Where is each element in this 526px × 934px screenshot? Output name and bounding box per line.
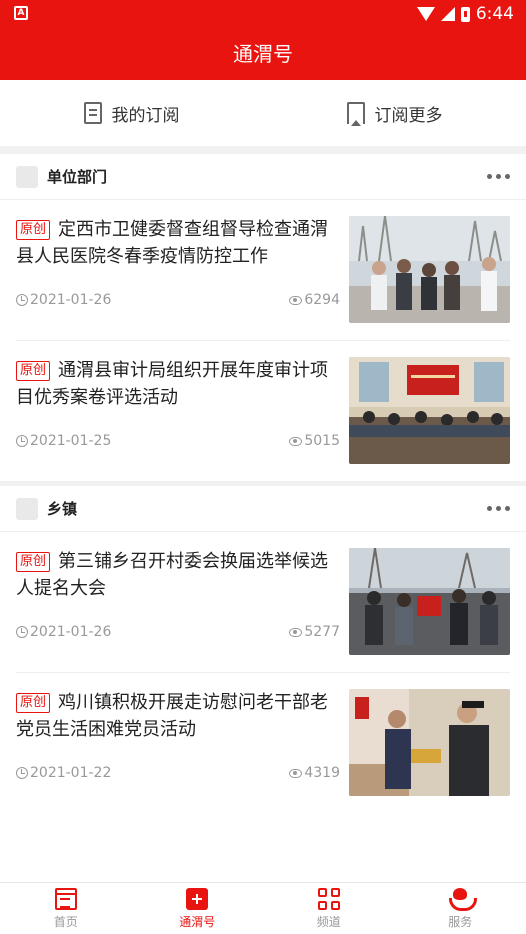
page-title: 通渭号 <box>0 28 526 80</box>
section-header[interactable]: 单位部门 <box>0 154 526 200</box>
clock-icon <box>16 294 28 306</box>
eye-icon <box>289 295 303 305</box>
clock-icon <box>16 626 28 638</box>
tab-services-label: 服务 <box>448 914 473 929</box>
article-views: 5277 <box>304 624 340 640</box>
divider <box>0 146 526 154</box>
eye-icon <box>289 436 303 446</box>
tab-home-label: 首页 <box>53 914 78 929</box>
article-meta: 2021-01-26 6294 <box>16 292 340 308</box>
clock-icon <box>16 767 28 779</box>
article-views: 5015 <box>304 433 340 449</box>
original-tag: 原创 <box>16 693 51 713</box>
my-subscriptions-label: 我的订阅 <box>111 105 180 126</box>
article-title: 原创 定西市卫健委督查组督导检查通渭县人民医院冬春季疫情防控工作 <box>16 216 340 270</box>
news-icon <box>54 887 77 910</box>
article-item[interactable]: 原创 鸡川镇积极开展走访慰问老干部老党员生活困难党员活动 2021-01-22 4… <box>16 673 510 814</box>
article-meta: 2021-01-22 4319 <box>16 765 340 781</box>
tab-services[interactable]: 服务 <box>395 883 526 934</box>
original-tag: 原创 <box>16 361 51 381</box>
article-item[interactable]: 原创 定西市卫健委督查组督导检查通渭县人民医院冬春季疫情防控工作 2021-01-… <box>16 200 510 341</box>
article-date: 2021-01-26 <box>30 624 112 640</box>
my-subscriptions-button[interactable]: 我的订阅 <box>0 80 263 146</box>
plus-square-icon <box>186 887 209 910</box>
section-departments: 单位部门 原创 定西市卫健委督查组督导检查通渭县人民医院冬春季疫情防控工作 202… <box>0 154 526 482</box>
original-tag: 原创 <box>16 552 51 572</box>
article-headline: 第三铺乡召开村委会换届选举候选人提名大会 <box>16 551 329 599</box>
article-views: 6294 <box>304 292 340 308</box>
battery-icon <box>460 6 470 22</box>
article-thumbnail <box>349 689 510 796</box>
tab-tongwei-label: 通渭号 <box>179 914 216 929</box>
article-meta: 2021-01-25 5015 <box>16 433 340 449</box>
article-views: 4319 <box>304 765 340 781</box>
service-hands-icon <box>448 887 478 911</box>
original-tag: 原创 <box>16 220 51 240</box>
status-time: 6:44 <box>475 4 514 24</box>
list-icon <box>83 102 102 124</box>
status-bar: A 6:44 <box>0 0 526 28</box>
article-item[interactable]: 原创 通渭县审计局组织开展年度审计项目优秀案卷评选活动 2021-01-25 50… <box>16 341 510 482</box>
article-thumbnail <box>349 357 510 464</box>
notification-icon: A <box>14 6 28 20</box>
section-title: 乡镇 <box>47 500 78 518</box>
grid-icon <box>317 887 340 910</box>
article-headline: 定西市卫健委督查组督导检查通渭县人民医院冬春季疫情防控工作 <box>16 219 329 267</box>
section-townships: 乡镇 原创 第三铺乡召开村委会换届选举候选人提名大会 2021-01-26 527… <box>0 486 526 814</box>
article-title: 原创 鸡川镇积极开展走访慰问老干部老党员生活困难党员活动 <box>16 689 340 743</box>
article-meta: 2021-01-26 5277 <box>16 624 340 640</box>
bottom-tab-bar: 首页 通渭号 频道 服务 <box>0 882 526 934</box>
clock-icon <box>16 435 28 447</box>
article-item[interactable]: 原创 第三铺乡召开村委会换届选举候选人提名大会 2021-01-26 5277 <box>16 532 510 673</box>
status-icons: 6:44 <box>416 4 514 24</box>
wifi-icon <box>416 7 435 21</box>
article-title: 原创 第三铺乡召开村委会换届选举候选人提名大会 <box>16 548 340 602</box>
article-date: 2021-01-22 <box>30 765 112 781</box>
article-headline: 通渭县审计局组织开展年度审计项目优秀案卷评选活动 <box>16 360 329 408</box>
article-thumbnail <box>349 548 510 655</box>
eye-icon <box>289 768 303 778</box>
more-icon[interactable] <box>487 506 510 511</box>
tab-channels[interactable]: 频道 <box>263 883 395 934</box>
section-avatar <box>16 165 38 188</box>
article-date: 2021-01-26 <box>30 292 112 308</box>
article-title: 原创 通渭县审计局组织开展年度审计项目优秀案卷评选活动 <box>16 357 340 411</box>
subscribe-more-label: 订阅更多 <box>374 105 443 126</box>
tab-tongwei[interactable]: 通渭号 <box>132 883 264 934</box>
subscription-bar: 我的订阅 订阅更多 <box>0 80 526 146</box>
section-header[interactable]: 乡镇 <box>0 486 526 532</box>
tab-channels-label: 频道 <box>316 914 341 929</box>
more-icon[interactable] <box>487 174 510 179</box>
bookmark-icon <box>346 102 365 126</box>
section-avatar <box>16 497 38 520</box>
article-date: 2021-01-25 <box>30 433 112 449</box>
subscribe-more-button[interactable]: 订阅更多 <box>263 80 526 146</box>
tab-home[interactable]: 首页 <box>0 883 132 934</box>
article-headline: 鸡川镇积极开展走访慰问老干部老党员生活困难党员活动 <box>16 692 329 740</box>
section-title: 单位部门 <box>47 168 108 186</box>
signal-icon <box>440 7 455 21</box>
article-thumbnail <box>349 216 510 323</box>
eye-icon <box>289 627 303 637</box>
